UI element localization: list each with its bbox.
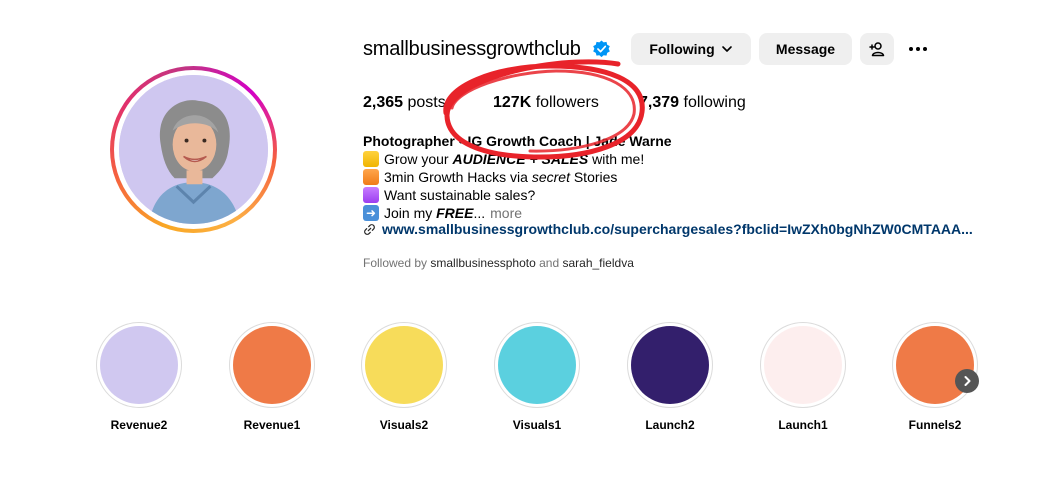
followers-stat[interactable]: 127K followers: [493, 94, 599, 112]
more-options-icon[interactable]: [905, 38, 931, 60]
highlight-cover: [631, 326, 709, 404]
highlight-cover-ring: [760, 322, 846, 408]
bio-emphasis: FREE: [436, 205, 474, 221]
highlight-cover: [365, 326, 443, 404]
profile-avatar[interactable]: [110, 66, 277, 233]
bio-website-url: www.smallbusinessgrowthclub.co/superchar…: [382, 221, 973, 237]
followed-by-user[interactable]: sarah_fieldva: [562, 256, 633, 270]
message-button[interactable]: Message: [759, 33, 852, 65]
highlight-cover-ring: [229, 322, 315, 408]
add-user-icon: [869, 42, 885, 57]
bio-website-link[interactable]: www.smallbusinessgrowthclub.co/superchar…: [363, 221, 973, 237]
profile-username: smallbusinessgrowthclub: [363, 38, 581, 60]
highlight-cover-ring: [96, 322, 182, 408]
orange-square-icon: [363, 169, 379, 185]
bio-emphasis: AUDIENCE + SALES: [452, 151, 589, 167]
followers-count: 127K: [493, 94, 532, 111]
chevron-down-icon: [721, 46, 732, 52]
highlight-label: Launch1: [778, 418, 828, 432]
chevron-right-icon: [964, 376, 971, 386]
highlight-label: Launch2: [645, 418, 695, 432]
yellow-square-icon: [363, 151, 379, 167]
followed-by-user[interactable]: smallbusinessphoto: [430, 256, 535, 270]
highlight-cover: [764, 326, 842, 404]
bio-text: 3min Growth Hacks via: [384, 169, 532, 185]
posts-stat[interactable]: 2,365 posts: [363, 94, 446, 112]
highlight-label: Funnels2: [908, 418, 962, 432]
highlight-cover: [498, 326, 576, 404]
highlight-cover: [233, 326, 311, 404]
bio-line-audience: Grow your AUDIENCE + SALES with me!: [363, 150, 672, 168]
following-button-label: Following: [649, 41, 715, 57]
story-highlight[interactable]: Visuals1: [494, 322, 580, 432]
message-button-label: Message: [775, 41, 836, 57]
avatar-inner-ring: [114, 70, 273, 229]
highlights-next-button[interactable]: [955, 369, 979, 393]
followed-by-prefix: Followed by: [363, 256, 431, 270]
more-dot: [923, 47, 927, 51]
followed-by-line[interactable]: Followed by smallbusinessphoto and sarah…: [363, 256, 634, 270]
highlight-cover-ring: [627, 322, 713, 408]
followed-by-and: and: [535, 256, 563, 270]
story-highlight[interactable]: Revenue2: [96, 322, 182, 432]
avatar-photo: [119, 75, 268, 224]
story-highlight[interactable]: Visuals2: [361, 322, 447, 432]
bio-line-join: ➜ Join my FREE ... more: [363, 204, 672, 222]
followers-label: followers: [535, 94, 599, 111]
bio-name-line: Photographer • IG Growth Coach | Jade Wa…: [363, 133, 672, 149]
bio-text: Want sustainable sales?: [384, 187, 536, 203]
highlight-label: Revenue1: [243, 418, 301, 432]
highlight-label: Revenue2: [110, 418, 168, 432]
more-dot: [916, 47, 920, 51]
story-highlight[interactable]: Funnels2: [892, 322, 978, 432]
following-count: 7,379: [639, 94, 680, 111]
verified-badge-icon: [593, 40, 610, 58]
following-button[interactable]: Following: [631, 33, 751, 65]
highlight-cover-ring: [494, 322, 580, 408]
following-stat[interactable]: 7,379 following: [639, 94, 746, 112]
more-dot: [909, 47, 913, 51]
link-icon: [364, 223, 375, 235]
posts-count: 2,365: [363, 94, 404, 111]
profile-bio: Photographer • IG Growth Coach | Jade Wa…: [363, 132, 672, 222]
following-label: following: [683, 94, 746, 111]
story-highlight[interactable]: Launch1: [760, 322, 846, 432]
highlight-label: Visuals2: [379, 418, 429, 432]
highlight-cover-ring: [892, 322, 978, 408]
highlight-cover-ring: [361, 322, 447, 408]
bio-text: Grow your: [384, 151, 453, 167]
bio-more-link[interactable]: more: [490, 204, 522, 222]
bio-line-growth-hacks: 3min Growth Hacks via secret Stories: [363, 168, 672, 186]
bio-text: ...: [473, 205, 486, 221]
highlight-cover: [100, 326, 178, 404]
bio-emphasis: secret: [531, 169, 570, 185]
bio-text: Join my: [384, 205, 437, 221]
highlight-label: Visuals1: [512, 418, 562, 432]
purple-square-icon: [363, 187, 379, 203]
bio-line-sales: Want sustainable sales?: [363, 186, 672, 204]
avatar-portrait-image: [119, 75, 268, 224]
bio-text: Stories: [569, 169, 618, 185]
story-highlight[interactable]: Launch2: [627, 322, 713, 432]
story-highlight[interactable]: Revenue1: [229, 322, 315, 432]
bio-text: with me!: [588, 151, 645, 167]
right-arrow-icon: ➜: [363, 205, 379, 221]
posts-label: posts: [407, 94, 446, 111]
suggested-users-button[interactable]: [860, 33, 894, 65]
